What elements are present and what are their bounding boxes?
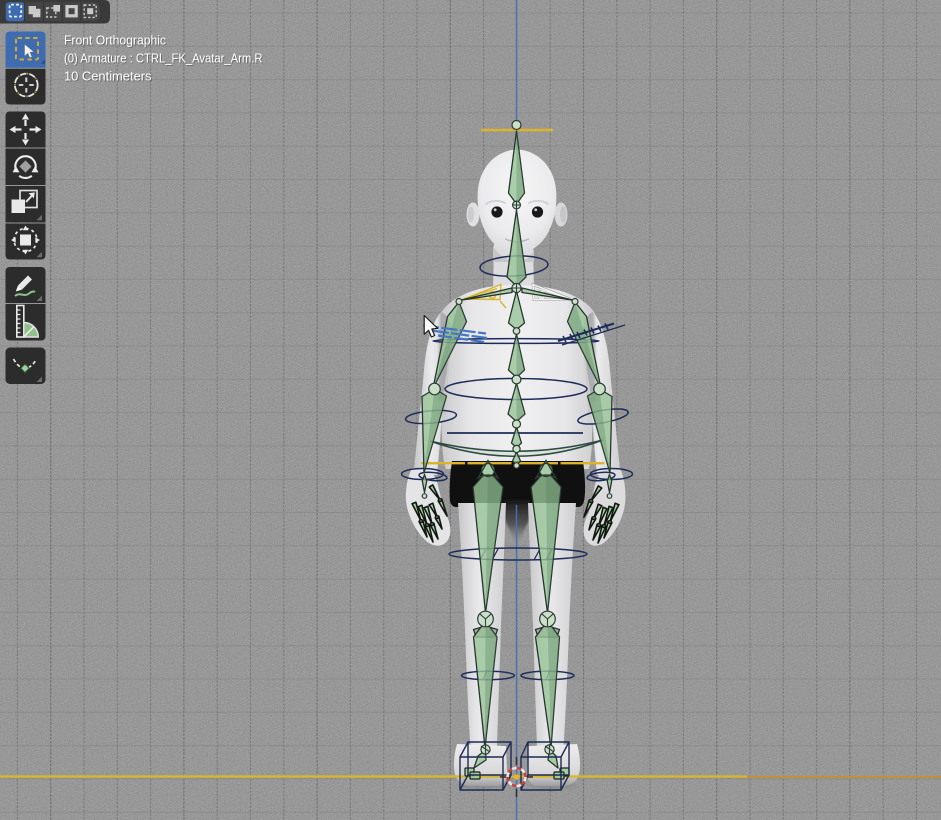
svg-text:Front Orthographic: Front Orthographic <box>64 33 167 48</box>
svg-text:10 Centimeters: 10 Centimeters <box>64 69 152 84</box>
svg-text:(0) Armature : CTRL_FK_Avatar_: (0) Armature : CTRL_FK_Avatar_Arm.R <box>64 51 263 66</box>
